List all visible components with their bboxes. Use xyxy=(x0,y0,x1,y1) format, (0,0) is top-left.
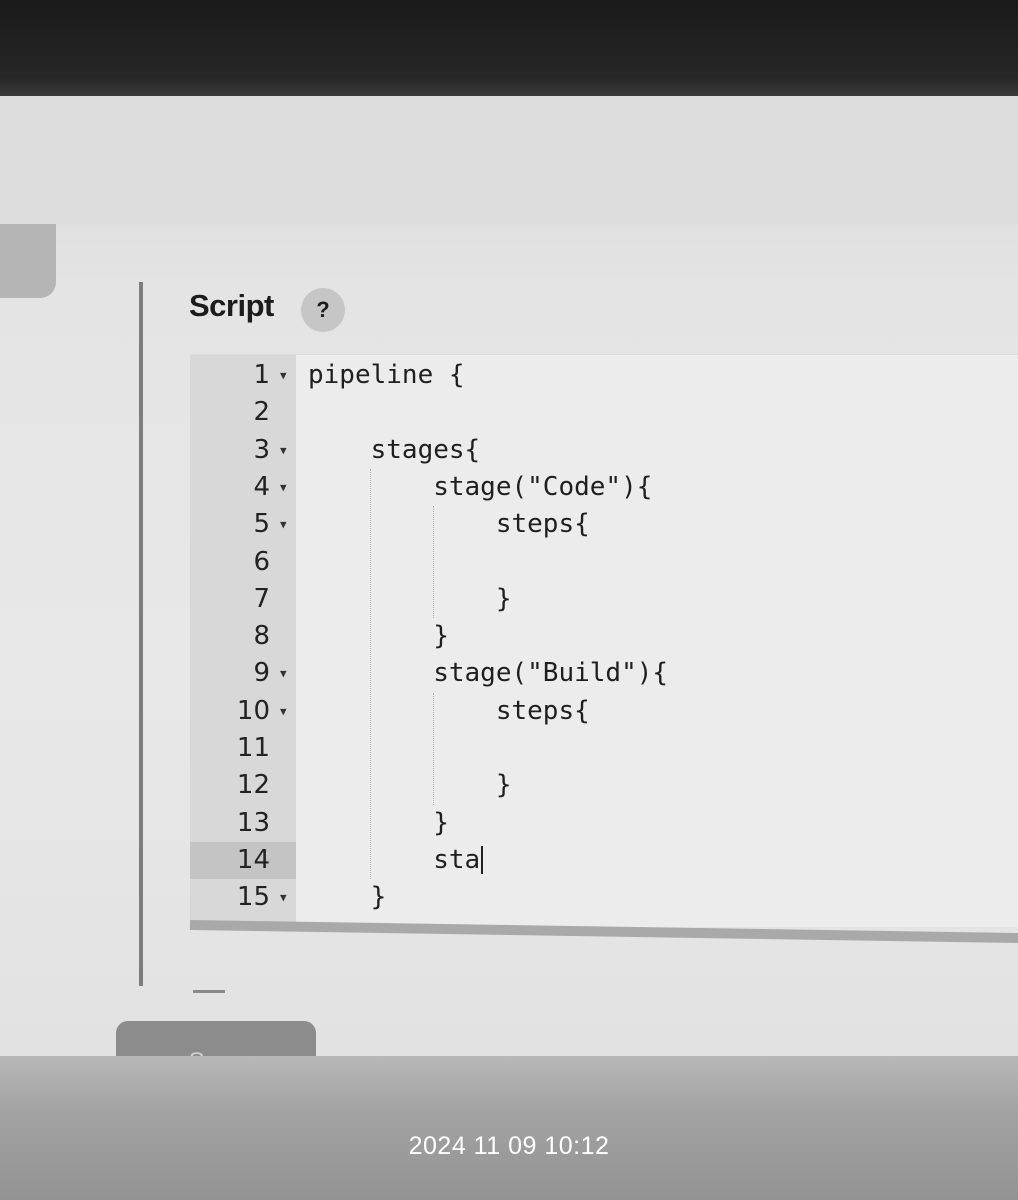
code-line[interactable]: 3 ▼ stages{ xyxy=(190,432,1018,469)
code-text: stages{ xyxy=(308,434,481,465)
line-number: 12 xyxy=(236,770,270,801)
sidebar-tab[interactable] xyxy=(0,224,56,298)
code-line[interactable]: 15 ▼ } xyxy=(190,879,1018,916)
code-text: steps{ xyxy=(308,695,590,726)
line-number: 1 xyxy=(253,360,270,390)
line-number: 3 xyxy=(253,434,270,465)
code-text: } xyxy=(308,621,449,652)
code-line[interactable]: 1 ▼ pipeline { xyxy=(190,357,1018,394)
line-number: 9 xyxy=(253,658,270,689)
code-text: } xyxy=(308,583,512,614)
code-text: stage("Build"){ xyxy=(308,658,669,689)
fold-arrow-icon[interactable]: ▼ xyxy=(280,693,287,730)
fold-arrow-icon[interactable]: ▼ xyxy=(280,655,287,692)
code-line[interactable]: 13 } xyxy=(190,805,1018,842)
indent-guide xyxy=(432,692,434,805)
code-line[interactable]: 7 } xyxy=(190,581,1018,618)
indent-guide xyxy=(370,468,372,880)
code-line[interactable]: 8 } xyxy=(190,618,1018,655)
line-number: 6 xyxy=(253,546,270,577)
line-number: 2 xyxy=(253,397,270,428)
script-section-title: Script xyxy=(189,288,274,323)
line-number: 14 xyxy=(236,844,270,875)
line-number: 8 xyxy=(253,621,270,652)
fold-arrow-icon[interactable]: ▼ xyxy=(280,357,287,394)
fold-arrow-icon[interactable]: ▼ xyxy=(280,506,287,543)
code-line[interactable]: 9 ▼ stage("Build"){ xyxy=(190,655,1018,692)
line-number: 11 xyxy=(236,733,270,763)
code-editor[interactable]: 1 ▼ pipeline { 2 3 ▼ stages{ 4 ▼ stage("Code"){… xyxy=(190,354,1018,927)
fold-arrow-icon[interactable]: ▼ xyxy=(280,469,287,506)
help-icon[interactable]: ? xyxy=(301,288,345,332)
code-line[interactable]: 4 ▼ stage("Code"){ xyxy=(190,469,1018,506)
section-divider xyxy=(139,282,143,986)
fold-arrow-icon[interactable]: ▼ xyxy=(280,432,287,469)
line-number: 7 xyxy=(253,583,270,614)
line-number: 15 xyxy=(236,882,270,913)
photo-timestamp: 2024 11 09 10:12 xyxy=(408,1132,610,1160)
indent-guide xyxy=(432,506,434,619)
line-number: 10 xyxy=(236,695,270,726)
page-header-area xyxy=(0,96,1018,224)
code-text: } xyxy=(308,807,449,838)
divider-dash xyxy=(193,990,225,993)
code-text: stage("Code"){ xyxy=(308,471,653,502)
fold-arrow-icon[interactable]: ▼ xyxy=(280,879,287,916)
code-text: } xyxy=(308,882,387,913)
text-cursor xyxy=(480,845,483,874)
line-number: 4 xyxy=(253,471,270,502)
code-line[interactable]: 10 ▼ steps{ xyxy=(190,693,1018,730)
code-line[interactable]: 14 sta xyxy=(190,842,1018,879)
line-number: 5 xyxy=(253,509,270,540)
code-line[interactable]: 5 ▼ steps{ xyxy=(190,506,1018,543)
code-line[interactable]: 12 } xyxy=(190,767,1018,804)
code-line[interactable]: 2 xyxy=(190,394,1018,431)
code-line[interactable]: 11 xyxy=(190,730,1018,767)
photo-bottom-area xyxy=(0,1056,1018,1200)
code-text: } xyxy=(308,770,512,801)
code-text: steps{ xyxy=(308,509,590,540)
line-number: 13 xyxy=(236,807,270,838)
monitor-bezel xyxy=(0,0,1018,96)
code-line[interactable]: 6 xyxy=(190,544,1018,581)
code-text: sta xyxy=(308,844,481,875)
code-text: pipeline { xyxy=(308,360,465,390)
screen: Script ? 1 ▼ pipeline { 2 3 ▼ stages{ 4 ▼ stage… xyxy=(0,96,1018,1062)
